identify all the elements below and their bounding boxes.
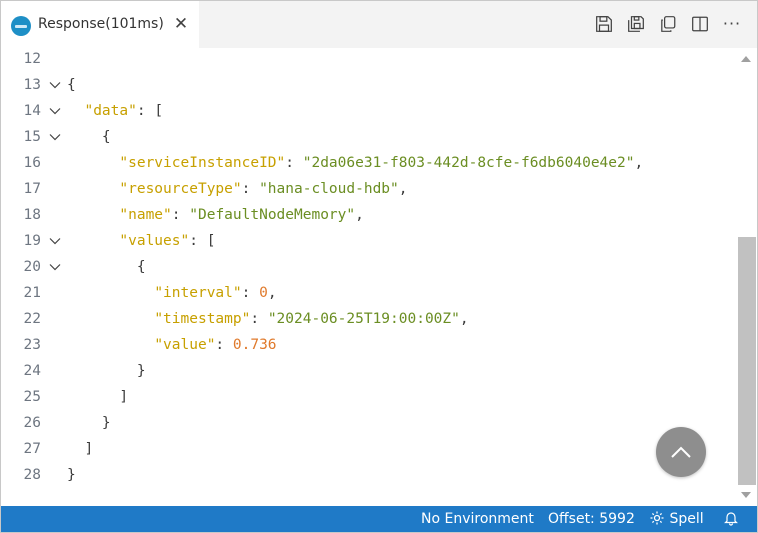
line-number: 19 <box>23 233 41 249</box>
response-editor[interactable]: 12 13 14 15 16 17 18 19 20 21 22 23 24 25 26 27 28 { "da… <box>1 48 757 506</box>
line-number: 26 <box>23 415 41 431</box>
line-number-gutter: 12 13 14 15 16 17 18 19 20 21 22 23 24 25 26 27 28 <box>1 48 67 506</box>
tab-response[interactable]: Response(101ms) ✕ <box>1 1 199 48</box>
code-line: "values": [ <box>119 233 216 249</box>
line-number: 17 <box>23 181 41 197</box>
code-line: "resourceType": "hana-cloud-hdb", <box>119 181 408 197</box>
code-line: ] <box>67 441 94 457</box>
line-number: 28 <box>23 467 41 483</box>
fold-chevron-down-icon[interactable] <box>48 124 62 150</box>
code-line: } <box>67 363 146 379</box>
bell-icon[interactable] <box>723 506 739 532</box>
line-number: 14 <box>23 103 41 119</box>
line-number: 12 <box>23 51 41 67</box>
code-line: "name": "DefaultNodeMemory", <box>119 207 364 223</box>
vertical-scrollbar[interactable] <box>737 48 757 506</box>
fold-chevron-down-icon[interactable] <box>48 228 62 254</box>
scroll-to-top-button[interactable] <box>656 427 706 477</box>
line-number: 25 <box>23 389 41 405</box>
line-number: 20 <box>23 259 41 275</box>
scrollbar-thumb[interactable] <box>738 237 756 485</box>
more-icon[interactable]: ··· <box>721 13 743 35</box>
copy-icon[interactable] <box>657 13 679 35</box>
chevron-up-icon <box>671 446 691 458</box>
gear-icon <box>650 511 664 525</box>
line-number: 27 <box>23 441 41 457</box>
line-number: 15 <box>23 129 41 145</box>
environment-status[interactable]: No Environment <box>421 506 534 532</box>
fold-chevron-down-icon[interactable] <box>48 254 62 280</box>
code-line: "interval": 0, <box>154 285 277 301</box>
rest-client-logo-icon <box>11 16 31 36</box>
code-line: } <box>67 415 111 431</box>
status-bar: No Environment Offset: 5992 Spell <box>1 506 757 532</box>
code-area[interactable]: { "data": [ { "serviceInstanceID": "2da0… <box>67 48 737 506</box>
code-line: } <box>67 467 76 483</box>
code-line: { <box>67 259 146 275</box>
code-line: { <box>67 77 76 93</box>
code-line: "value": 0.736 <box>154 337 277 353</box>
code-line: "serviceInstanceID": "2da06e31-f803-442d… <box>119 155 644 171</box>
spell-label: Spell <box>669 511 704 527</box>
code-line: ] <box>67 389 129 405</box>
code-line: "timestamp": "2024-06-25T19:00:00Z", <box>154 311 469 327</box>
line-number: 21 <box>23 285 41 301</box>
tab-title: Response(101ms) <box>38 16 164 32</box>
save-icon[interactable] <box>593 13 615 35</box>
line-number: 16 <box>23 155 41 171</box>
spell-status[interactable]: Spell <box>649 506 704 532</box>
scroll-down-arrow-icon[interactable] <box>741 492 751 498</box>
split-editor-icon[interactable] <box>689 13 711 35</box>
line-number: 22 <box>23 311 41 327</box>
code-line: { <box>67 129 111 145</box>
tab-bar: Response(101ms) ✕ ··· <box>1 1 757 48</box>
close-icon[interactable]: ✕ <box>173 15 189 33</box>
code-line: "data": [ <box>84 103 164 119</box>
response-window: Response(101ms) ✕ ··· 12 13 14 15 16 17 18 19 20… <box>0 0 758 533</box>
fold-chevron-down-icon[interactable] <box>48 72 62 98</box>
scroll-up-arrow-icon[interactable] <box>741 56 751 62</box>
editor-actions: ··· <box>583 13 743 35</box>
offset-status[interactable]: Offset: 5992 <box>548 506 635 532</box>
line-number: 13 <box>23 77 41 93</box>
line-number: 24 <box>23 363 41 379</box>
fold-chevron-down-icon[interactable] <box>48 98 62 124</box>
line-number: 18 <box>23 207 41 223</box>
save-body-icon[interactable] <box>625 13 647 35</box>
line-number: 23 <box>23 337 41 353</box>
